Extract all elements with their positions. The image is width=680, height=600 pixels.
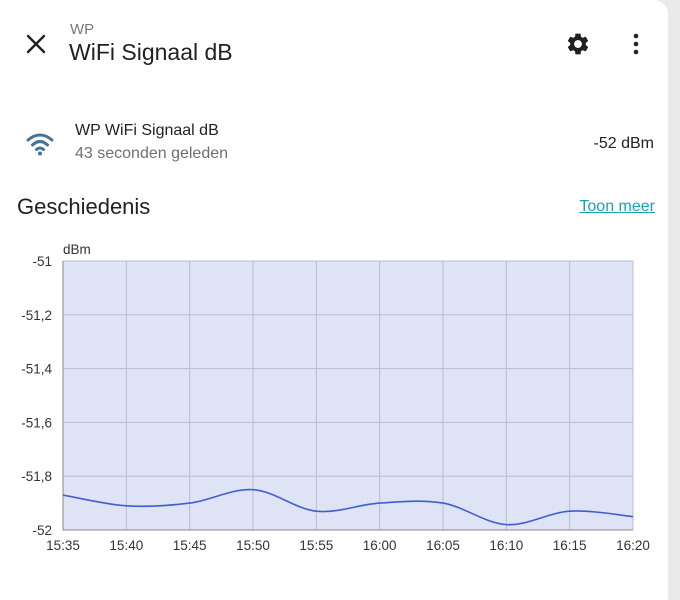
close-button[interactable] — [16, 24, 56, 64]
x-tick-label: 15:40 — [109, 538, 143, 553]
close-icon — [26, 34, 46, 54]
x-tick-label: 15:35 — [46, 538, 80, 553]
show-more-link[interactable]: Toon meer — [579, 198, 655, 216]
x-tick-label: 16:20 — [616, 538, 650, 553]
dialog-title: WiFi Signaal dB — [69, 39, 233, 65]
settings-button[interactable] — [558, 24, 598, 64]
x-tick-label: 15:55 — [299, 538, 333, 553]
y-tick-label: -51,2 — [21, 308, 52, 323]
chart-plot-area — [63, 261, 633, 530]
more-options-button[interactable] — [616, 24, 656, 64]
chart-y-axis-label: dBm — [63, 242, 91, 257]
entity-last-changed: 43 seconden geleden — [75, 145, 229, 162]
x-tick-label: 16:05 — [426, 538, 460, 553]
entity-state: -52 dBm — [593, 135, 654, 152]
entity-name: WP WiFi Signaal dB — [75, 122, 219, 139]
x-tick-label: 16:15 — [553, 538, 587, 553]
more-vert-icon — [633, 33, 639, 55]
y-tick-label: -51,6 — [21, 415, 52, 430]
x-tick-label: 15:45 — [173, 538, 207, 553]
y-tick-label: -51,8 — [21, 469, 52, 484]
y-tick-label: -51 — [32, 254, 52, 269]
y-tick-label: -51,4 — [21, 362, 52, 377]
history-chart: -51-51,2-51,4-51,6-51,8-52 15:35 15:40 15:… — [21, 242, 650, 553]
y-tick-label: -52 — [32, 523, 52, 538]
chart-y-ticks: -51 -51,2 -51,4 -51,6 -51,8 -52 — [21, 254, 52, 538]
x-tick-label: 15:50 — [236, 538, 270, 553]
x-tick-label: 16:00 — [363, 538, 397, 553]
x-tick-label: 16:10 — [489, 538, 523, 553]
more-info-dialog: WP WiFi Signaal dB WP WiFi Signaal dB 43… — [0, 0, 668, 600]
gear-icon — [567, 33, 589, 55]
chart-x-ticks: 15:35 15:40 15:45 15:50 15:55 16:00 16:05 16:10… — [46, 538, 650, 553]
history-heading: Geschiedenis — [17, 194, 151, 219]
entity-subtitle: WP — [70, 21, 95, 38]
wifi-icon — [26, 133, 54, 156]
